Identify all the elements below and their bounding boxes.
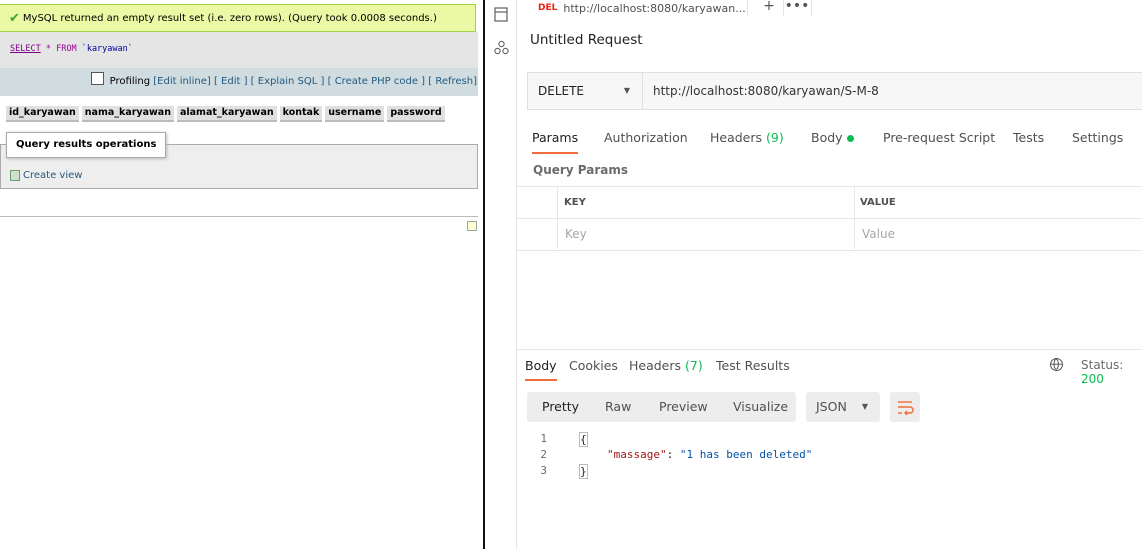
column-header[interactable]: password	[387, 106, 445, 122]
tab-method: DEL	[538, 3, 558, 13]
response-headers-count: (7)	[685, 358, 703, 373]
status-code[interactable]: 200	[1081, 372, 1104, 386]
view-pretty[interactable]: Pretty	[542, 392, 579, 422]
tab-url: http://localhost:8080/karyawan...	[563, 1, 746, 15]
wrap-icon	[898, 401, 914, 416]
more-tabs-button[interactable]: •••	[783, 0, 812, 16]
sql-query: SELECT * FROM `karyawan`	[10, 44, 133, 54]
column-header[interactable]: kontak	[279, 106, 323, 122]
line-number: 2	[540, 448, 547, 461]
tab-tests[interactable]: Tests	[1013, 128, 1044, 152]
edit-inline-link[interactable]: [Edit inline]	[153, 76, 211, 87]
chevron-down-icon: ▼	[861, 402, 868, 411]
line-number: 3	[540, 464, 547, 477]
open-brace: {	[579, 432, 588, 447]
value-input[interactable]: Value	[862, 227, 895, 241]
format-label: JSON	[816, 399, 847, 414]
url-input[interactable]: http://localhost:8080/karyawan/S-M-8	[653, 73, 879, 109]
response-divider[interactable]	[517, 349, 1142, 350]
note-icon[interactable]	[467, 221, 477, 231]
response-tab-body[interactable]: Body	[525, 356, 557, 381]
create-php-code-link[interactable]: [ Create PHP code ]	[328, 76, 425, 87]
json-value: "1 has been deleted"	[679, 448, 813, 461]
sql-star: *	[45, 44, 51, 54]
explain-sql-link[interactable]: [ Explain SQL ]	[251, 76, 325, 87]
status-label: Status:	[1081, 358, 1124, 372]
column-divider	[854, 187, 855, 249]
team-icon[interactable]	[494, 40, 509, 59]
tab-body-label: Body	[811, 130, 843, 145]
view-raw[interactable]: Raw	[605, 392, 631, 422]
url-bar: DELETE ▼ http://localhost:8080/karyawan/…	[527, 72, 1142, 110]
create-view-label: Create view	[23, 170, 83, 181]
column-header[interactable]: alamat_karyawan	[176, 106, 277, 122]
chevron-down-icon: ▼	[623, 86, 630, 95]
json-key: "massage"	[607, 448, 667, 461]
tab-headers[interactable]: Headers (9)	[710, 128, 784, 152]
response-headers-label: Headers	[629, 358, 682, 373]
response-tab-cookies[interactable]: Cookies	[569, 356, 618, 379]
document-icon[interactable]	[494, 7, 508, 26]
column-header[interactable]: username	[325, 106, 385, 122]
params-header-row	[517, 187, 1142, 219]
tab-body[interactable]: Body	[811, 128, 854, 152]
tab-params[interactable]: Params	[532, 128, 579, 154]
method-label: DELETE	[538, 84, 585, 98]
value-header: VALUE	[860, 197, 896, 208]
tab-settings[interactable]: Settings	[1072, 128, 1123, 152]
body-indicator-icon	[846, 135, 854, 142]
column-header[interactable]: nama_karyawan	[81, 106, 174, 122]
profiling-checkbox[interactable]	[90, 72, 104, 85]
postman-sidebar	[485, 0, 517, 549]
result-columns: id_karyawan nama_karyawan alamat_karyawa…	[6, 106, 445, 122]
request-tab[interactable]: DEL http://localhost:8080/karyawan...	[528, 0, 748, 16]
view-visualize[interactable]: Visualize	[733, 392, 788, 422]
params-table: KEY VALUE Key Value	[517, 186, 1142, 251]
request-title[interactable]: Untitled Request	[530, 32, 643, 48]
query-params-heading: Query Params	[533, 163, 629, 177]
format-select[interactable]: JSON ▼	[806, 392, 880, 422]
wrap-lines-button[interactable]	[890, 392, 920, 422]
new-tab-button[interactable]: +	[755, 0, 784, 16]
view-icon	[10, 170, 20, 181]
sql-select-keyword[interactable]: SELECT	[10, 44, 41, 54]
response-tab-test-results[interactable]: Test Results	[716, 356, 790, 379]
response-tabs: Body Cookies Headers (7) Test Results	[517, 356, 1142, 381]
line-number: 1	[540, 432, 547, 445]
refresh-link[interactable]: [ Refresh]	[428, 76, 477, 87]
create-view-link[interactable]: Create view	[10, 170, 82, 181]
request-tabs: Params Authorization Headers (9) Body Pr…	[517, 128, 1142, 154]
success-text: MySQL returned an empty result set (i.e.…	[22, 12, 437, 24]
sql-table-name: `karyawan`	[81, 44, 133, 54]
view-mode-bar: Pretty Raw Preview Visualize	[527, 392, 796, 422]
json-colon: :	[666, 448, 680, 461]
edit-link[interactable]: [ Edit ]	[214, 76, 248, 87]
close-brace: }	[579, 464, 588, 479]
sql-from-keyword: FROM	[56, 44, 77, 54]
response-tab-headers[interactable]: Headers (7)	[629, 356, 703, 379]
divider	[0, 216, 478, 217]
query-links: Profiling [Edit inline] [ Edit ] [ Expla…	[90, 72, 477, 87]
tab-headers-label: Headers	[710, 130, 763, 145]
method-select[interactable]: DELETE ▼	[528, 73, 643, 109]
json-line: "massage": "1 has been deleted"	[607, 448, 812, 461]
key-input[interactable]: Key	[565, 227, 587, 241]
column-header[interactable]: id_karyawan	[6, 106, 79, 122]
profiling-label: Profiling	[109, 76, 151, 87]
globe-icon[interactable]	[1050, 358, 1063, 371]
response-status: Status: 200	[1081, 358, 1142, 386]
query-ops-title: Query results operations	[6, 132, 167, 158]
check-icon: ✔	[9, 10, 20, 26]
tab-authorization[interactable]: Authorization	[604, 128, 688, 152]
key-header: KEY	[564, 197, 586, 208]
phpmyadmin-panel: ✔ MySQL returned an empty result set (i.…	[0, 0, 483, 549]
postman-panel: DEL http://localhost:8080/karyawan... + …	[485, 0, 1142, 549]
success-message: ✔ MySQL returned an empty result set (i.…	[0, 4, 476, 32]
view-preview[interactable]: Preview	[659, 392, 708, 422]
tab-pre-request-script[interactable]: Pre-request Script	[883, 128, 995, 152]
tab-headers-count: (9)	[766, 130, 784, 145]
column-divider	[557, 187, 558, 249]
